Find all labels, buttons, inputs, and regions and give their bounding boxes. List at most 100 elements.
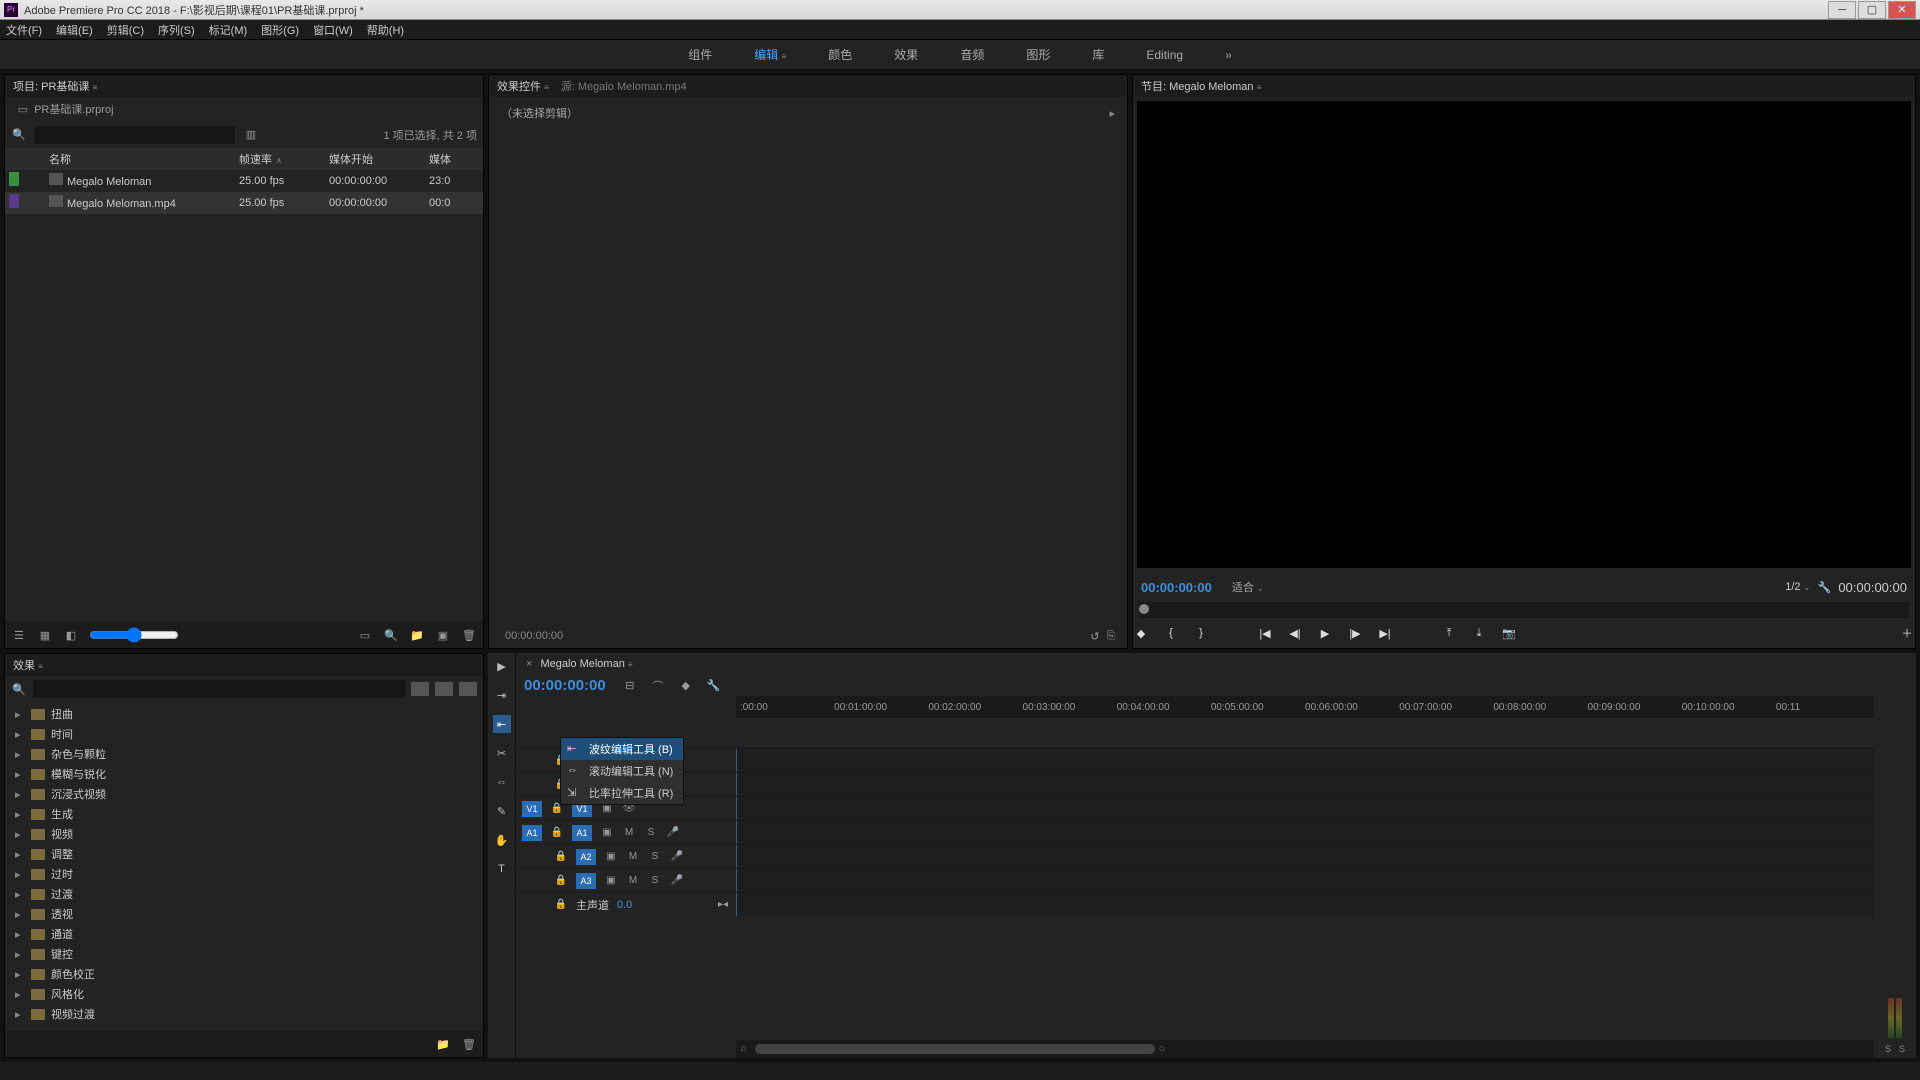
- mute-icon[interactable]: M: [622, 826, 636, 840]
- effects-tab[interactable]: 效果 ≡: [13, 657, 43, 673]
- new-item-icon[interactable]: ▣: [435, 627, 451, 643]
- sync-lock-icon[interactable]: ▣: [600, 826, 614, 840]
- tree-folder[interactable]: ▸模糊与锐化: [5, 764, 483, 784]
- menu-graphics[interactable]: 图形(G): [261, 22, 299, 38]
- sync-lock-icon[interactable]: ▣: [604, 874, 618, 888]
- selection-tool[interactable]: ▶: [493, 657, 511, 675]
- col-media-start[interactable]: 媒体开始: [329, 151, 429, 167]
- track-lane[interactable]: [736, 869, 1874, 892]
- mute-icon[interactable]: M: [626, 874, 640, 888]
- new-custom-bin-icon[interactable]: 📁: [435, 1036, 451, 1052]
- timeline-close-icon[interactable]: ×: [526, 658, 532, 670]
- minimize-button[interactable]: ─: [1828, 1, 1856, 19]
- workspace-assembly[interactable]: 组件: [688, 46, 712, 63]
- source-patch-a1[interactable]: A1: [522, 825, 542, 841]
- program-timecode-left[interactable]: 00:00:00:00: [1141, 580, 1212, 595]
- fx-badge-32bit[interactable]: [435, 682, 453, 696]
- icon-view-icon[interactable]: ▦: [37, 627, 53, 643]
- freeform-view-icon[interactable]: ◧: [63, 627, 79, 643]
- maximize-button[interactable]: ▢: [1858, 1, 1886, 19]
- track-target-a3[interactable]: A3: [576, 873, 596, 889]
- source-patch-v1[interactable]: V1: [522, 801, 542, 817]
- menu-file[interactable]: 文件(F): [6, 22, 42, 38]
- ripple-edit-tool[interactable]: ⇤: [493, 715, 511, 733]
- hand-tool[interactable]: ✋: [493, 831, 511, 849]
- solo-left[interactable]: S: [1885, 1044, 1891, 1054]
- slip-tool[interactable]: ⇔: [493, 773, 511, 791]
- lift-icon[interactable]: ⤒: [1441, 625, 1457, 641]
- add-marker-icon[interactable]: ◆: [1133, 625, 1149, 641]
- program-tab[interactable]: 节目: Megalo Meloman ≡: [1141, 78, 1261, 94]
- tree-folder[interactable]: ▸沉浸式视频: [5, 784, 483, 804]
- tree-folder[interactable]: ▸过渡: [5, 884, 483, 904]
- menu-marker[interactable]: 标记(M): [209, 22, 248, 38]
- effects-tree[interactable]: ▸扭曲 ▸时间 ▸杂色与颗粒 ▸模糊与锐化 ▸沉浸式视频 ▸生成 ▸视频 ▸调整…: [5, 702, 483, 1031]
- tree-folder[interactable]: ▸生成: [5, 804, 483, 824]
- track-target-a2[interactable]: A2: [576, 849, 596, 865]
- play-icon[interactable]: ▶: [1317, 625, 1333, 641]
- expand-icon[interactable]: ▸: [1109, 107, 1115, 120]
- close-button[interactable]: ✕: [1888, 1, 1916, 19]
- timeline-timecode[interactable]: 00:00:00:00: [524, 677, 606, 694]
- resolution-dropdown[interactable]: 1/2 ⌄: [1785, 581, 1810, 593]
- filter-bin-icon[interactable]: ▥: [243, 127, 259, 143]
- tree-folder[interactable]: ▸通道: [5, 924, 483, 944]
- type-tool[interactable]: T: [493, 860, 511, 878]
- step-forward-icon[interactable]: |▶: [1347, 625, 1363, 641]
- program-viewport[interactable]: [1137, 101, 1911, 568]
- solo-icon[interactable]: S: [648, 874, 662, 888]
- thumbnail-size-slider[interactable]: [89, 627, 179, 643]
- fit-dropdown[interactable]: 适合 ⌄: [1232, 579, 1264, 595]
- menu-window[interactable]: 窗口(W): [313, 22, 353, 38]
- track-lane[interactable]: [736, 845, 1874, 868]
- track-lane[interactable]: [736, 893, 1874, 916]
- menu-clip[interactable]: 剪辑(C): [107, 22, 144, 38]
- solo-icon[interactable]: S: [648, 850, 662, 864]
- project-row[interactable]: Megalo Meloman 25.00 fps 00:00:00:00 23:…: [5, 170, 483, 192]
- track-lock-icon[interactable]: 🔒: [554, 898, 568, 912]
- export-frame-icon[interactable]: 📷: [1501, 625, 1517, 641]
- solo-icon[interactable]: S: [644, 826, 658, 840]
- workspace-color[interactable]: 颜色: [828, 46, 852, 63]
- mark-out-icon[interactable]: }: [1193, 625, 1209, 641]
- button-editor-icon[interactable]: ＋: [1899, 625, 1915, 641]
- export-frame-icon[interactable]: ⎘: [1103, 628, 1119, 644]
- pen-tool[interactable]: ✎: [493, 802, 511, 820]
- list-view-icon[interactable]: ☰: [11, 627, 27, 643]
- timeline-ruler[interactable]: :00:0000:01:00:0000:02:00:0000:03:00:000…: [736, 696, 1874, 718]
- label-swatch[interactable]: [9, 194, 19, 208]
- effect-controls-tab[interactable]: 效果控件 ≡: [497, 78, 549, 94]
- workspace-graphics[interactable]: 图形: [1026, 46, 1050, 63]
- fx-badge-yuv[interactable]: [459, 682, 477, 696]
- workspace-effects[interactable]: 效果: [894, 46, 918, 63]
- track-target-a1[interactable]: A1: [572, 825, 592, 841]
- track-lane[interactable]: [736, 749, 1874, 772]
- razor-tool[interactable]: ✂: [493, 744, 511, 762]
- source-tab[interactable]: 源: Megalo Meloman.mp4: [561, 78, 687, 94]
- tree-folder[interactable]: ▸视频过渡: [5, 1004, 483, 1024]
- col-name[interactable]: 名称: [49, 151, 239, 167]
- expand-master-icon[interactable]: ▸◂: [716, 898, 730, 912]
- solo-right[interactable]: S: [1899, 1044, 1905, 1054]
- settings-icon[interactable]: 🔧: [1816, 579, 1832, 595]
- tree-folder[interactable]: ▸视频: [5, 824, 483, 844]
- extract-icon[interactable]: ⤓: [1471, 625, 1487, 641]
- delete-custom-icon[interactable]: 🗑: [461, 1036, 477, 1052]
- audio-meter[interactable]: [1878, 675, 1912, 1038]
- track-lock-icon[interactable]: 🔒: [550, 826, 564, 840]
- workspace-editing-cn[interactable]: 编辑 ≡: [754, 46, 786, 63]
- add-marker-icon[interactable]: ◆: [678, 678, 694, 694]
- voiceover-icon[interactable]: 🎤: [670, 850, 684, 864]
- tree-folder[interactable]: ▸颜色校正: [5, 964, 483, 984]
- tree-folder[interactable]: ▸时间: [5, 724, 483, 744]
- menu-edit[interactable]: 编辑(E): [56, 22, 93, 38]
- tree-folder[interactable]: ▸透视: [5, 904, 483, 924]
- menu-help[interactable]: 帮助(H): [367, 22, 404, 38]
- linked-selection-icon[interactable]: ⌒: [650, 678, 666, 694]
- fx-badge-accelerated[interactable]: [411, 682, 429, 696]
- sequence-tab[interactable]: Megalo Meloman ≡: [540, 658, 632, 670]
- tree-folder[interactable]: ▸风格化: [5, 984, 483, 1004]
- timeline-settings-icon[interactable]: 🔧: [706, 678, 722, 694]
- track-lane[interactable]: [736, 773, 1874, 796]
- snap-icon[interactable]: ⊟: [622, 678, 638, 694]
